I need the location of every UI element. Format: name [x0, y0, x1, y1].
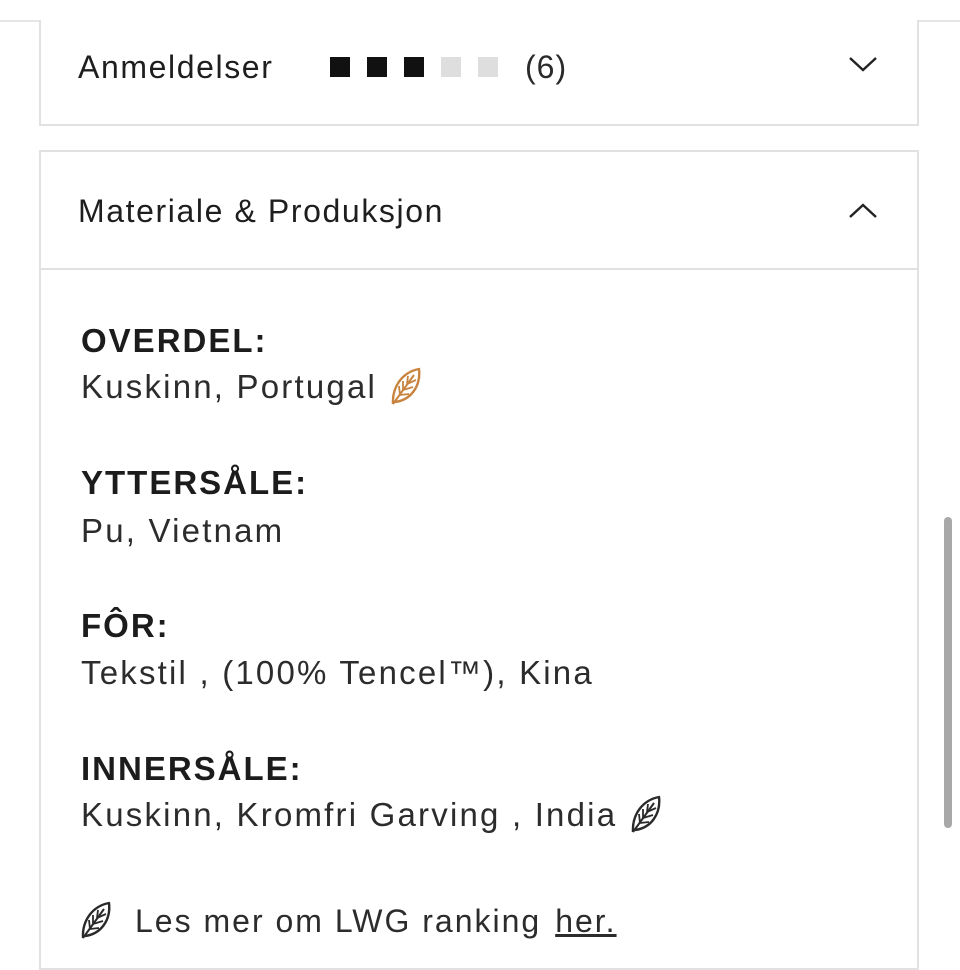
leaf-icon — [632, 795, 661, 833]
leaf-icon — [391, 367, 421, 405]
leaf-icon — [81, 901, 111, 939]
materials-accordion: Materiale & Produksjon OVERDEL: Kuskinn,… — [39, 150, 919, 970]
material-value-yttersale: Pu, Vietnam — [81, 512, 284, 550]
chevron-down-icon[interactable] — [848, 54, 878, 74]
material-value-text: Kuskinn, Kromfri Garving , India — [81, 796, 618, 833]
lwg-info-text: Les mer om LWG ranking — [135, 902, 542, 939]
material-value-text: Tekstil , (100% Tencel™), Kina — [81, 654, 594, 691]
rating-square-filled — [367, 57, 387, 77]
material-value-text: Pu, Vietnam — [81, 512, 285, 549]
rating-square-empty — [441, 57, 461, 77]
reviews-accordion[interactable]: Anmeldelser (6) — [39, 20, 919, 126]
material-label-innersale: INNERSÅLE: — [81, 750, 303, 787]
material-value-for: Tekstil , (100% Tencel™), Kina — [81, 654, 594, 692]
chevron-up-icon[interactable] — [848, 201, 878, 221]
material-value-innersale: Kuskinn, Kromfri Garving , India — [81, 794, 663, 836]
rating-stars — [330, 57, 515, 77]
materials-header[interactable]: Materiale & Produksjon — [41, 152, 917, 270]
materials-title: Materiale & Produksjon — [78, 193, 445, 229]
rating-square-filled — [330, 57, 350, 77]
material-value-overdel: Kuskinn, Portugal — [81, 366, 423, 408]
material-label-for: FÔR: — [81, 607, 170, 644]
material-label-overdel: OVERDEL: — [81, 322, 268, 359]
material-value-text: Kuskinn, Portugal — [81, 368, 378, 405]
rating-square-filled — [404, 57, 424, 77]
rating-square-empty — [478, 57, 498, 77]
lwg-info: Les mer om LWG ranking her. — [79, 900, 617, 942]
lwg-info-link[interactable]: her. — [555, 903, 616, 940]
reviews-count: (6) — [525, 49, 568, 85]
reviews-title: Anmeldelser — [78, 49, 274, 85]
material-label-yttersale: YTTERSÅLE: — [81, 464, 309, 501]
scrollbar-thumb[interactable] — [944, 517, 952, 828]
